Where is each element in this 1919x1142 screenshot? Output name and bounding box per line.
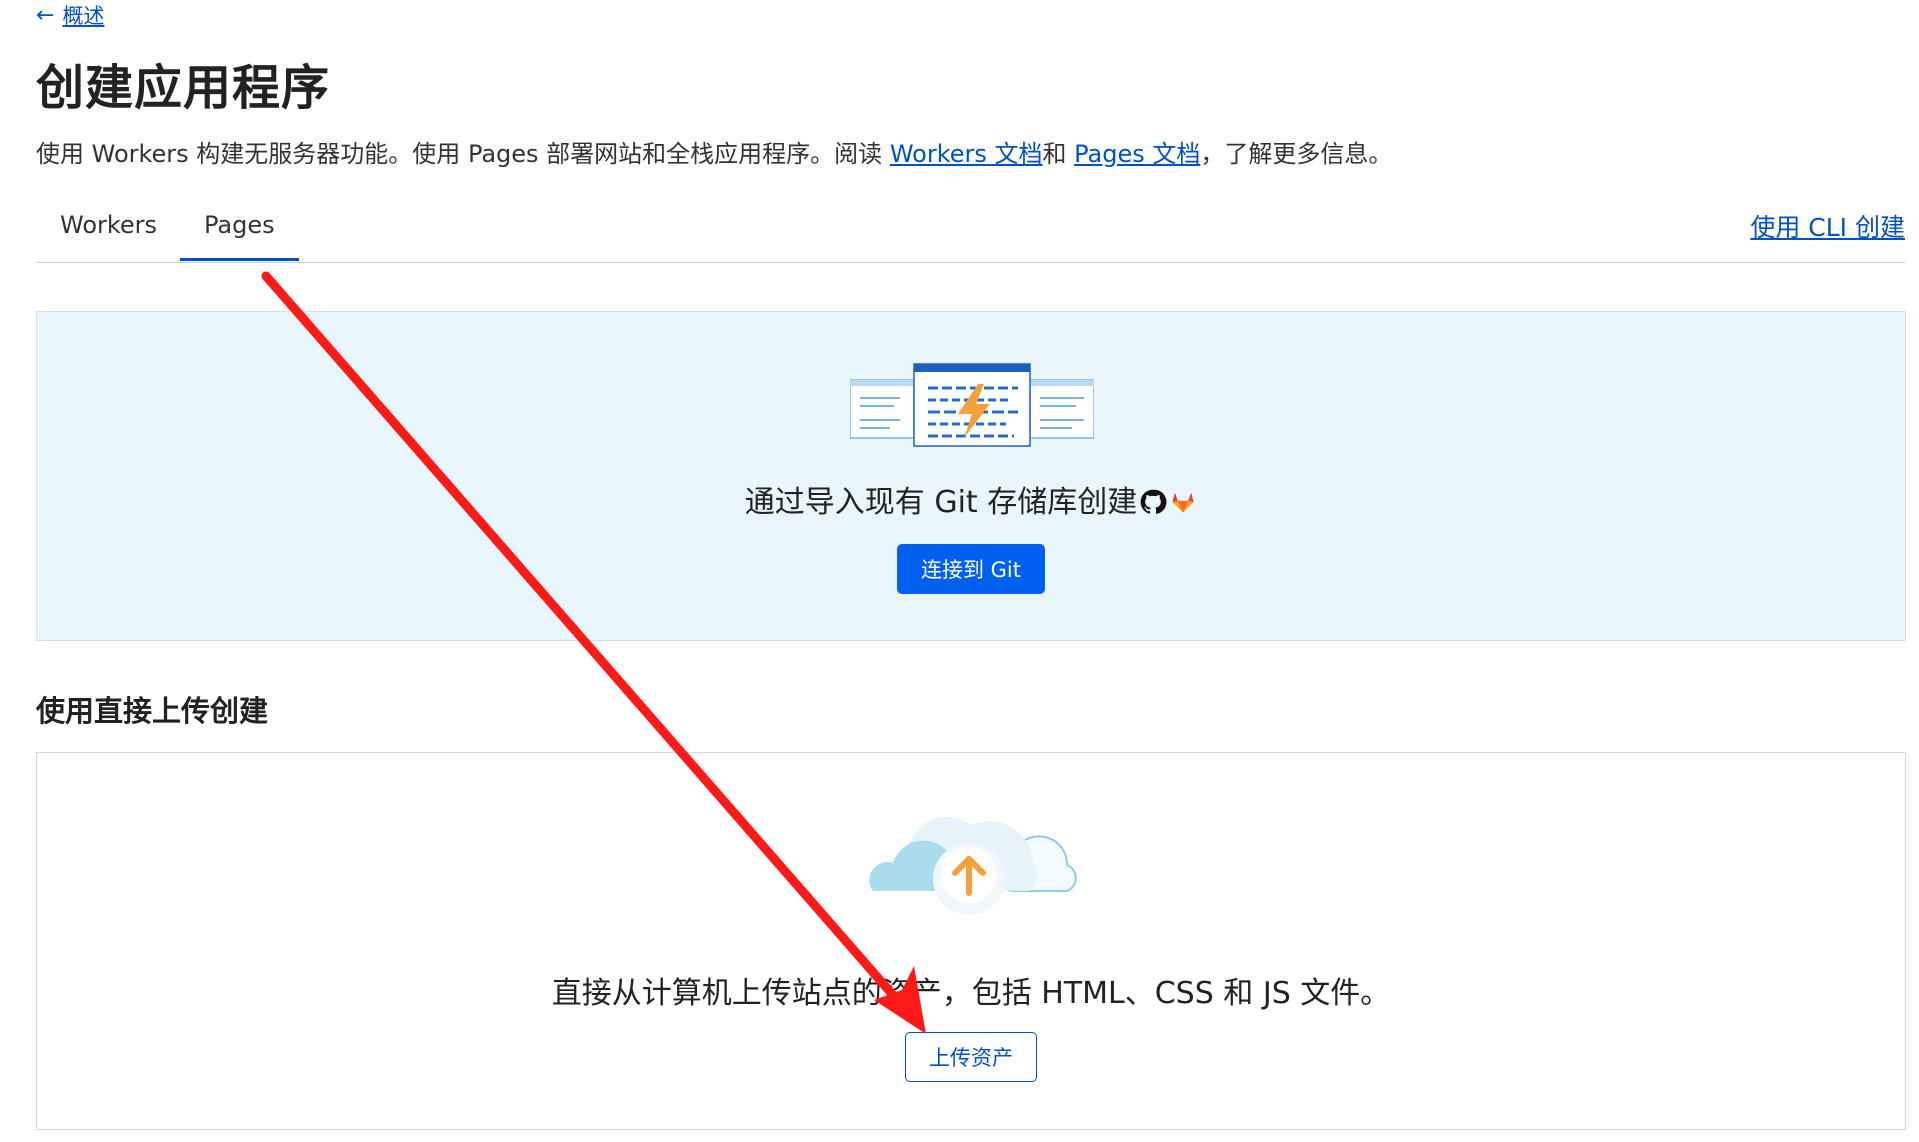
cli-create-link[interactable]: 使用 CLI 创建 bbox=[1750, 208, 1905, 244]
pages-docs-link[interactable]: Pages 文档 bbox=[1074, 140, 1200, 168]
page-intro: 使用 Workers 构建无服务器功能。使用 Pages 部署网站和全栈应用程序… bbox=[36, 134, 1392, 169]
intro-suffix: ，了解更多信息。 bbox=[1200, 140, 1393, 168]
git-import-description: 通过导入现有 Git 存储库创建 bbox=[37, 477, 1905, 521]
workers-docs-link[interactable]: Workers 文档 bbox=[890, 140, 1043, 168]
github-icon bbox=[1140, 489, 1167, 514]
arrow-left-icon: ← bbox=[36, 2, 55, 28]
tab-workers[interactable]: Workers bbox=[36, 210, 181, 262]
tab-bar: Workers Pages bbox=[36, 198, 1905, 263]
tab-pages[interactable]: Pages bbox=[180, 210, 299, 261]
gitlab-icon bbox=[1172, 492, 1194, 513]
page-title: 创建应用程序 bbox=[36, 60, 331, 116]
cloud-upload-icon bbox=[869, 817, 1077, 915]
connect-git-button[interactable]: 连接到 Git bbox=[897, 544, 1045, 594]
pages-illustration-icon bbox=[850, 363, 1094, 447]
direct-upload-title: 使用直接上传创建 bbox=[36, 694, 269, 728]
intro-text: 使用 Workers 构建无服务器功能。使用 Pages 部署网站和全栈应用程序… bbox=[36, 140, 890, 168]
intro-and: 和 bbox=[1042, 140, 1075, 168]
git-import-text: 通过导入现有 Git 存储库创建 bbox=[744, 485, 1138, 520]
upload-assets-button[interactable]: 上传资产 bbox=[905, 1032, 1037, 1082]
direct-upload-description: 直接从计算机上传站点的资产，包括 HTML、CSS 和 JS 文件。 bbox=[551, 976, 1391, 1011]
direct-upload-panel: 直接从计算机上传站点的资产，包括 HTML、CSS 和 JS 文件。 上传资产 bbox=[36, 752, 1906, 1130]
git-import-panel: 通过导入现有 Git 存储库创建 连接到 Git bbox=[36, 311, 1906, 641]
back-link-label[interactable]: 概述 bbox=[62, 0, 104, 30]
back-link[interactable]: ← 概述 bbox=[36, 0, 104, 30]
